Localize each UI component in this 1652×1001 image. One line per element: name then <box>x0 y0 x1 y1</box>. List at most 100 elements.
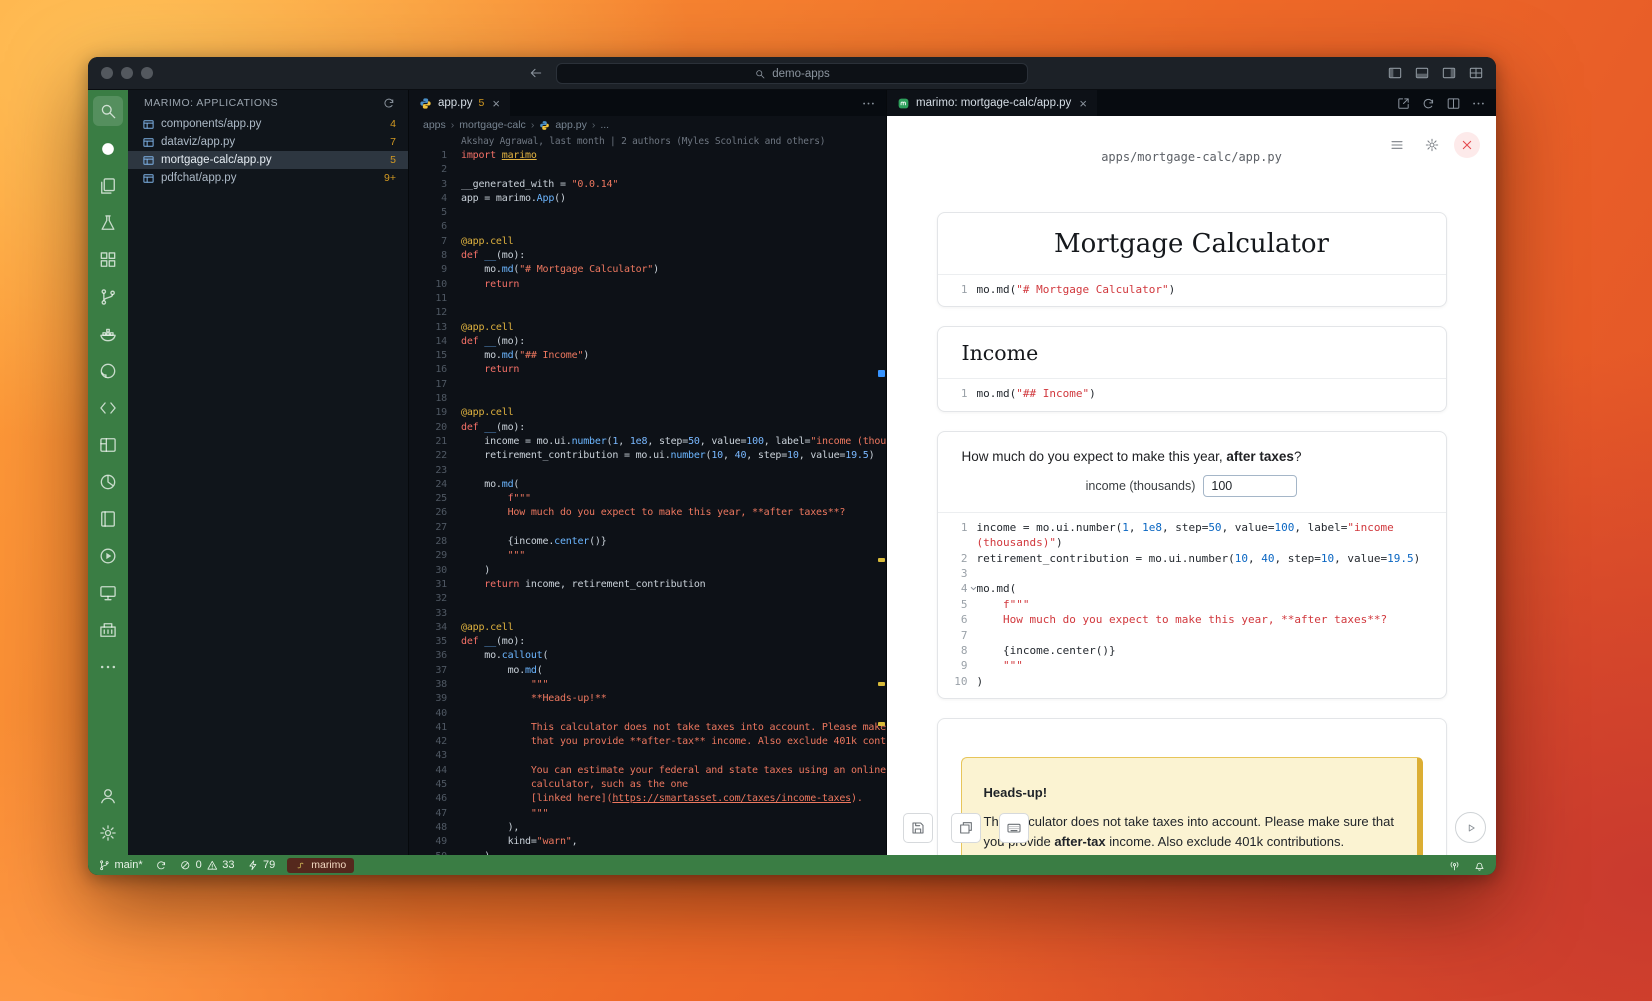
code-line[interactable]: 9 mo.md("# Mortgage Calculator") <box>409 263 886 277</box>
code-line[interactable]: 8 {income.center()} <box>938 643 1446 658</box>
code-line[interactable]: 28 {income.center()} <box>409 535 886 549</box>
code-line[interactable]: 14def __(mo): <box>409 335 886 349</box>
cell-code[interactable]: 1mo.md("## Income") <box>938 378 1446 410</box>
code-editor[interactable]: Akshay Agrawal, last month | 2 authors (… <box>409 134 886 855</box>
toggle-sidebar-right-icon[interactable] <box>1441 65 1457 81</box>
fold-chevron-icon[interactable] <box>969 584 978 593</box>
tab-close-icon[interactable]: × <box>1079 97 1087 110</box>
code-line[interactable]: 41 This calculator does not take taxes i… <box>409 721 886 735</box>
keyboard-shortcuts-button[interactable] <box>999 813 1029 843</box>
cell-code[interactable]: 1mo.md("# Mortgage Calculator") <box>938 274 1446 306</box>
save-button[interactable] <box>903 813 933 843</box>
git-branch-status[interactable]: main* <box>98 859 143 872</box>
sidebar-item[interactable]: mortgage-calc/app.py5 <box>128 151 408 169</box>
close-window-button[interactable] <box>101 67 113 79</box>
code-line[interactable]: 36 mo.callout( <box>409 649 886 663</box>
code-line[interactable]: 23 <box>409 464 886 478</box>
code-line[interactable]: 5 f""" <box>938 597 1446 612</box>
code-line[interactable]: 29 """ <box>409 549 886 563</box>
code-line[interactable]: 49 kind="warn", <box>409 835 886 849</box>
open-file-icon[interactable] <box>1396 96 1411 111</box>
code-line[interactable]: 4app = marimo.App() <box>409 192 886 206</box>
code-line[interactable]: 19@app.cell <box>409 406 886 420</box>
gauge-icon[interactable] <box>88 463 128 500</box>
snippets-icon[interactable] <box>88 389 128 426</box>
toggle-panel-icon[interactable] <box>1414 65 1430 81</box>
editor-actions-more-icon[interactable] <box>861 96 876 111</box>
code-line[interactable]: 17 <box>409 378 886 392</box>
breadcrumb-file[interactable]: app.py <box>555 119 587 131</box>
code-line[interactable]: 10) <box>938 674 1446 689</box>
account-icon[interactable] <box>88 777 128 814</box>
code-line[interactable]: 37 mo.md( <box>409 664 886 678</box>
tab-close-icon[interactable]: × <box>492 97 500 110</box>
code-line[interactable]: 22 retirement_contribution = mo.ui.numbe… <box>409 449 886 463</box>
more-views-icon[interactable] <box>88 648 128 685</box>
search-icon[interactable] <box>93 96 123 126</box>
breadcrumb-apps[interactable]: apps <box>423 119 446 131</box>
run-icon[interactable] <box>88 537 128 574</box>
reload-preview-icon[interactable] <box>1421 96 1436 111</box>
app-settings-button[interactable] <box>1419 132 1445 158</box>
code-line[interactable]: 35def __(mo): <box>409 635 886 649</box>
code-line[interactable]: 38 """ <box>409 678 886 692</box>
code-line[interactable]: 6 <box>409 220 886 234</box>
broadcast-icon[interactable] <box>1448 859 1461 872</box>
notifications-bell-icon[interactable] <box>1473 859 1486 872</box>
problems-status[interactable]: 0 33 <box>179 859 234 872</box>
code-line[interactable]: 1mo.md("# Mortgage Calculator") <box>938 282 1446 297</box>
code-line[interactable]: 9 """ <box>938 658 1446 673</box>
code-line[interactable]: 34@app.cell <box>409 621 886 635</box>
layout-view-icon[interactable] <box>88 426 128 463</box>
code-line[interactable]: 47 """ <box>409 807 886 821</box>
code-line[interactable]: 42 that you provide **after-tax** income… <box>409 735 886 749</box>
split-editor-icon[interactable] <box>1446 96 1461 111</box>
code-line[interactable]: 1income = mo.ui.number(1, 1e8, step=50, … <box>938 520 1446 551</box>
code-line[interactable]: 46 [linked here](https://smartasset.com/… <box>409 792 886 806</box>
tab-app-py[interactable]: app.py 5 × <box>409 90 511 116</box>
code-line[interactable]: 24 mo.md( <box>409 478 886 492</box>
zap-status[interactable]: 79 <box>247 859 276 872</box>
test-beaker-icon[interactable] <box>88 204 128 241</box>
code-line[interactable]: 6 How much do you expect to make this ye… <box>938 612 1446 627</box>
shutdown-button[interactable] <box>1454 132 1480 158</box>
code-line[interactable]: 1mo.md("## Income") <box>938 386 1446 401</box>
code-line[interactable]: 39 **Heads-up!** <box>409 692 886 706</box>
code-line[interactable]: 13@app.cell <box>409 321 886 335</box>
sidebar-item[interactable]: components/app.py4 <box>128 115 408 133</box>
code-line[interactable]: 50 ) <box>409 850 886 855</box>
overview-ruler[interactable] <box>877 134 886 855</box>
editor-actions-more-icon[interactable] <box>1471 96 1486 111</box>
code-line[interactable]: 20def __(mo): <box>409 421 886 435</box>
code-line[interactable]: 25 f""" <box>409 492 886 506</box>
gitlens-blame[interactable]: Akshay Agrawal, last month | 2 authors (… <box>409 134 886 149</box>
toggle-sidebar-left-icon[interactable] <box>1387 65 1403 81</box>
minimize-window-button[interactable] <box>121 67 133 79</box>
source-control-icon[interactable] <box>88 278 128 315</box>
code-line[interactable]: 45 calculator, such as the one <box>409 778 886 792</box>
zoom-window-button[interactable] <box>141 67 153 79</box>
code-line[interactable]: 3__generated_with = "0.0.14" <box>409 178 886 192</box>
tab-marimo-preview[interactable]: marimo: mortgage-calc/app.py × <box>887 90 1098 116</box>
git-sync-status[interactable] <box>155 859 168 872</box>
refresh-icon[interactable] <box>382 96 396 110</box>
code-line[interactable]: 16 return <box>409 363 886 377</box>
code-line[interactable]: 4mo.md( <box>938 581 1446 596</box>
code-line[interactable]: 10 return <box>409 278 886 292</box>
docker-icon[interactable] <box>88 315 128 352</box>
code-line[interactable]: 32 <box>409 592 886 606</box>
command-center-search[interactable]: demo-apps <box>556 63 1028 84</box>
cell-code[interactable]: 1income = mo.ui.number(1, 1e8, step=50, … <box>938 512 1446 698</box>
explorer-icon[interactable] <box>88 167 128 204</box>
notebook-icon[interactable] <box>88 500 128 537</box>
settings-gear-icon[interactable] <box>88 814 128 851</box>
marimo-view-icon[interactable] <box>88 130 128 167</box>
sidebar-item[interactable]: dataviz/app.py7 <box>128 133 408 151</box>
code-line[interactable]: 7 <box>938 628 1446 643</box>
code-line[interactable]: 2 <box>409 163 886 177</box>
code-line[interactable]: 1import marimo <box>409 149 886 163</box>
python-env-badge[interactable]: marimo <box>287 858 354 873</box>
code-line[interactable]: 11 <box>409 292 886 306</box>
code-line[interactable]: 26 How much do you expect to make this y… <box>409 506 886 520</box>
code-line[interactable]: 48 ), <box>409 821 886 835</box>
